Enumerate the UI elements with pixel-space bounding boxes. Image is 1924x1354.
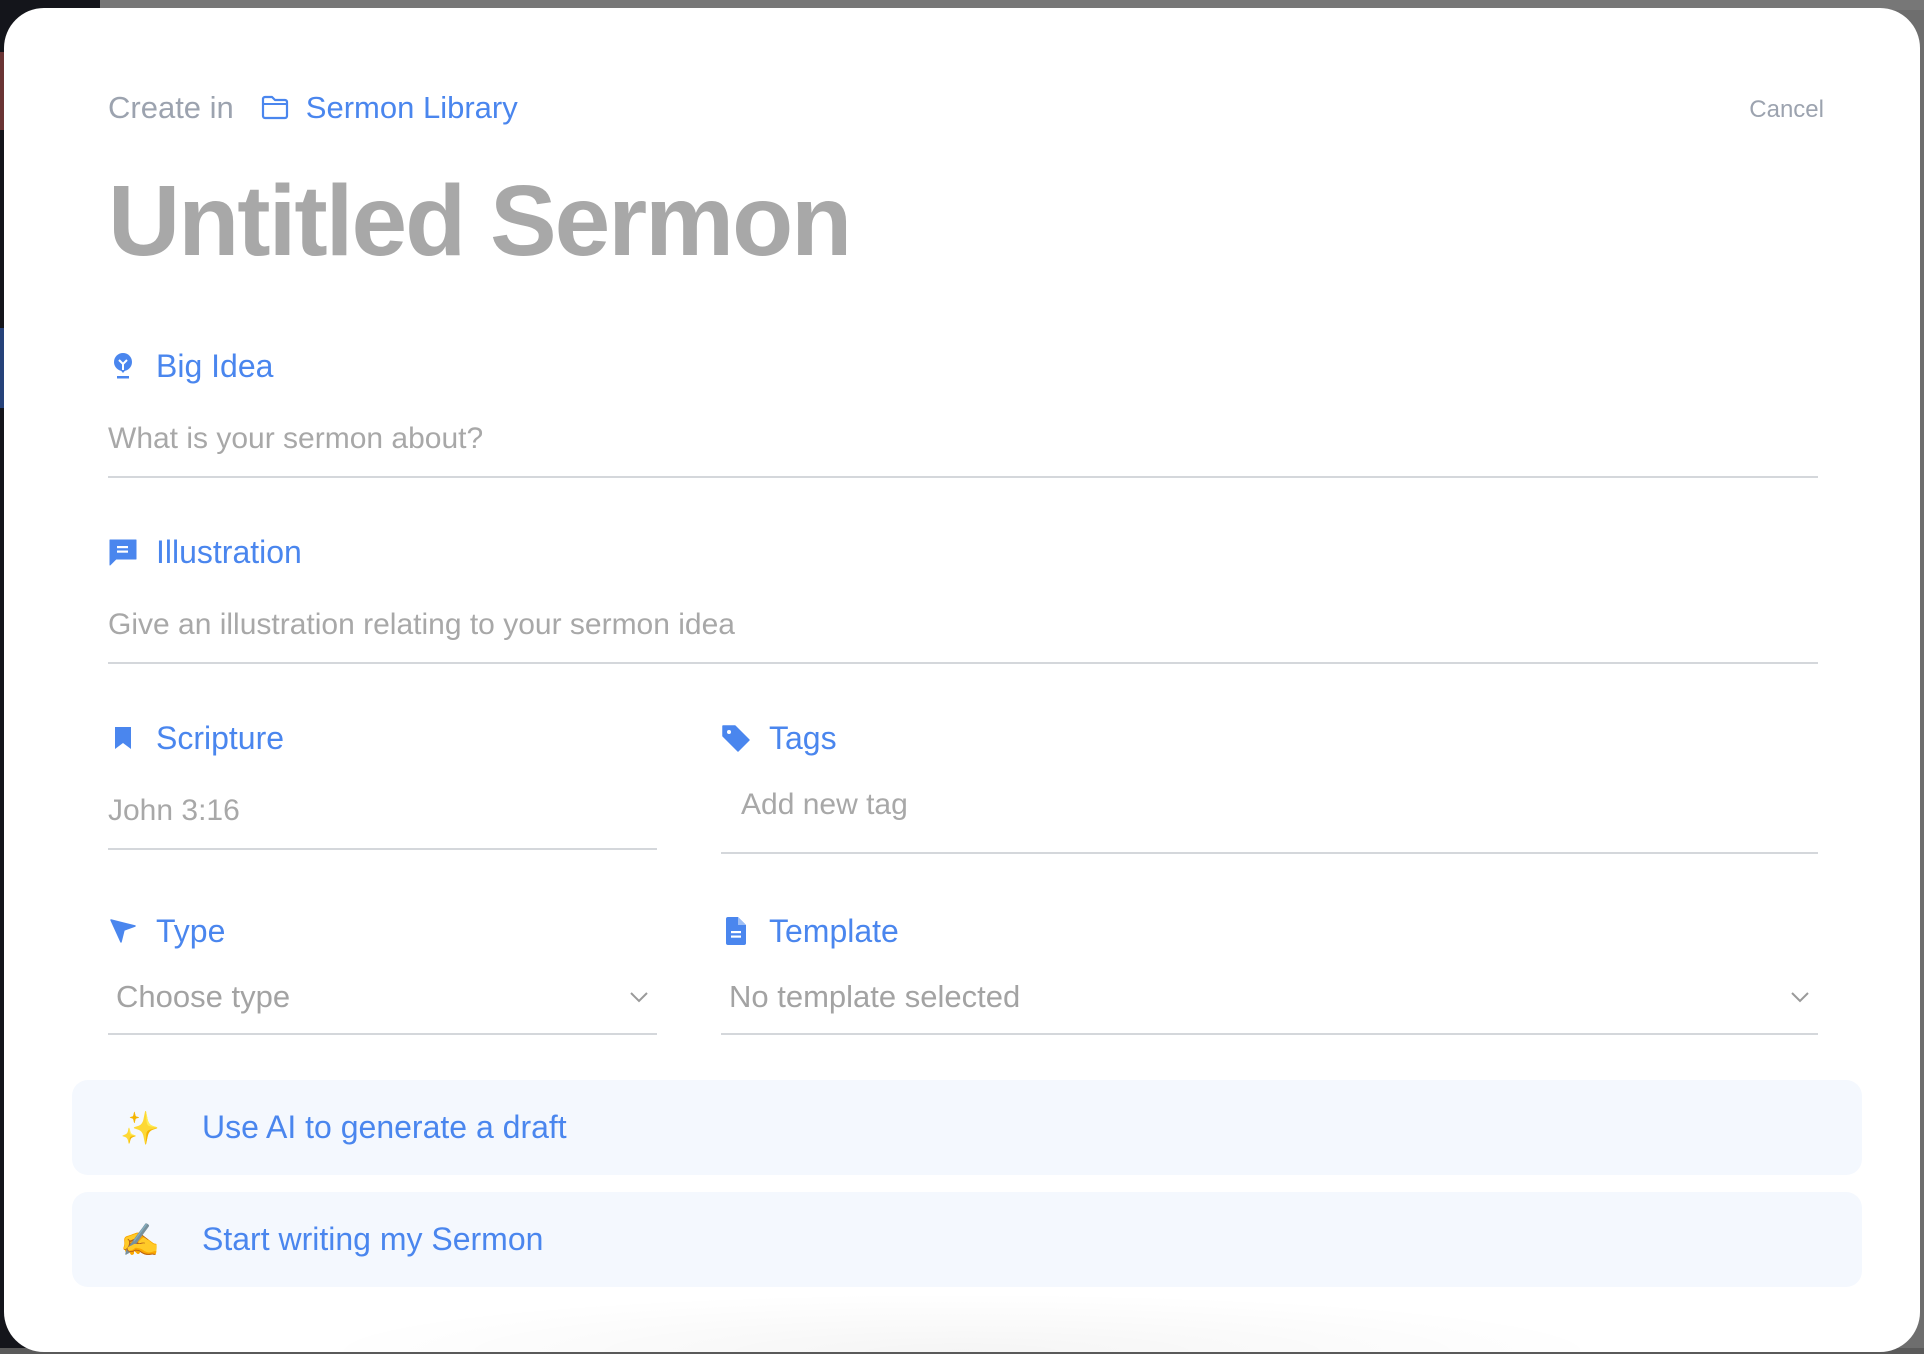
- document-icon: [721, 916, 751, 946]
- template-field: Template No template selected: [721, 911, 1818, 1035]
- chat-bubble-icon: [108, 537, 138, 567]
- tags-input[interactable]: [721, 788, 1818, 854]
- sermon-title[interactable]: Untitled Sermon: [108, 166, 852, 276]
- cancel-button[interactable]: Cancel: [1749, 96, 1824, 124]
- sparkles-icon: ✨: [120, 1109, 160, 1146]
- generate-ai-draft-button[interactable]: ✨ Use AI to generate a draft: [72, 1080, 1862, 1175]
- template-label-text: Template: [769, 912, 899, 949]
- lightbulb-icon: [108, 351, 138, 381]
- scripture-input[interactable]: [108, 794, 657, 850]
- illustration-field: Illustration: [108, 532, 1818, 664]
- writing-hand-icon: ✍️: [120, 1221, 160, 1258]
- chevron-down-icon: [1791, 992, 1809, 1003]
- scripture-label: Scripture: [108, 718, 657, 758]
- cursor-arrow-icon: [108, 916, 138, 946]
- tags-label-text: Tags: [769, 719, 837, 756]
- tag-icon: [721, 723, 751, 753]
- illustration-input[interactable]: [108, 608, 1818, 664]
- generate-ai-draft-label: Use AI to generate a draft: [202, 1109, 567, 1145]
- tags-field: Tags: [721, 718, 1818, 854]
- create-in-label: Create in: [108, 90, 234, 125]
- chevron-down-icon: [630, 992, 648, 1003]
- folder-icon: [261, 95, 288, 120]
- type-select[interactable]: Choose type: [108, 979, 657, 1035]
- type-select-value: Choose type: [116, 979, 291, 1014]
- type-field: Type Choose type: [108, 911, 657, 1035]
- big-idea-label-text: Big Idea: [156, 347, 274, 384]
- big-idea-label: Big Idea: [108, 346, 1818, 386]
- tags-label: Tags: [721, 718, 1818, 758]
- start-writing-button[interactable]: ✍️ Start writing my Sermon: [72, 1192, 1862, 1287]
- folder-link[interactable]: Sermon Library: [260, 90, 518, 126]
- bookmark-icon: [108, 723, 138, 753]
- template-label: Template: [721, 911, 1818, 951]
- scripture-field: Scripture: [108, 718, 657, 850]
- template-select[interactable]: No template selected: [721, 979, 1818, 1035]
- big-idea-field: Big Idea: [108, 346, 1818, 478]
- scripture-label-text: Scripture: [156, 719, 285, 756]
- type-label-text: Type: [156, 912, 226, 949]
- illustration-label-text: Illustration: [156, 533, 302, 570]
- illustration-label: Illustration: [108, 532, 1818, 572]
- create-in-location: Create in Sermon Library: [108, 88, 518, 128]
- create-sermon-modal: Create in Sermon Library Cancel Untitled…: [4, 8, 1920, 1352]
- folder-name: Sermon Library: [305, 90, 518, 125]
- start-writing-label: Start writing my Sermon: [202, 1221, 544, 1257]
- type-label: Type: [108, 911, 657, 951]
- big-idea-input[interactable]: [108, 422, 1818, 478]
- template-select-value: No template selected: [729, 979, 1021, 1014]
